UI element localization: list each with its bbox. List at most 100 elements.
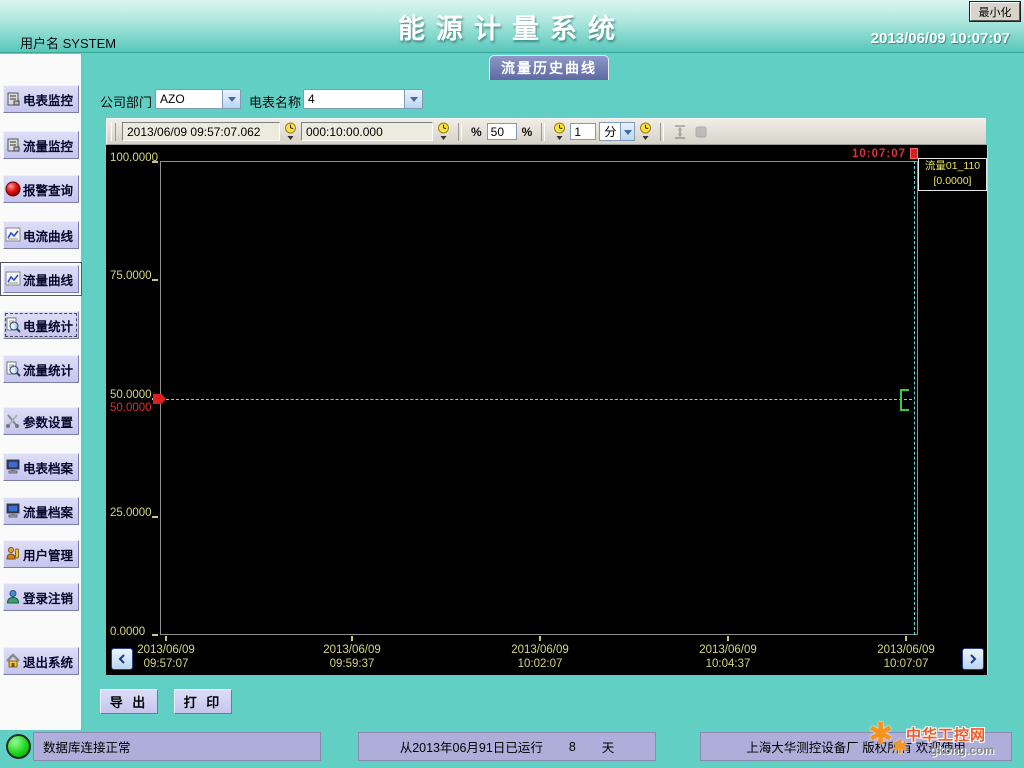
- x-axis-tick: [351, 636, 353, 641]
- sidebar-item-param-settings[interactable]: 参数设置: [3, 407, 79, 435]
- sidebar-item-label: 用户管理: [23, 545, 73, 564]
- meter-name-value: 4: [304, 92, 404, 106]
- vertical-cursor-flag-icon[interactable]: [910, 148, 918, 159]
- sidebar-item-flow-stats[interactable]: 流量统计: [3, 355, 79, 383]
- x-axis-tick: [539, 636, 541, 641]
- db-status-box: 数据库连接正常: [33, 732, 321, 761]
- sidebar-item-login-logout[interactable]: 登录注销: [3, 583, 79, 611]
- department-select[interactable]: AZO: [155, 89, 241, 109]
- header-bar: 能源计量系统 用户名 SYSTEM 2013/06/09 10:07:07 最小…: [0, 0, 1024, 53]
- y-axis-tick: [152, 516, 158, 518]
- x-tick-date: 2013/06/09: [682, 643, 774, 657]
- start-time-field[interactable]: 2013/06/09 09:57:07.062: [122, 122, 280, 141]
- chevron-down-icon[interactable]: [222, 90, 240, 108]
- meter-doc-icon: [5, 91, 23, 107]
- y-axis-tick: [152, 634, 158, 636]
- app-window: 能源计量系统 用户名 SYSTEM 2013/06/09 10:07:07 最小…: [0, 0, 1024, 768]
- x-tick-date: 2013/06/09: [120, 643, 212, 657]
- range-bracket-icon: [899, 388, 911, 412]
- interval-clock-icon[interactable]: [552, 122, 567, 141]
- user-admin-icon: [5, 546, 23, 562]
- meter-name-select[interactable]: 4: [303, 89, 423, 109]
- horizontal-cursor-line[interactable]: [166, 399, 912, 400]
- x-axis-tick-label: 2013/06/09 10:07:07: [860, 643, 952, 672]
- curve-icon: [5, 271, 23, 287]
- sidebar-item-meter-archive[interactable]: 电表档案: [3, 453, 79, 481]
- user-icon: [5, 589, 23, 605]
- sidebar-item-meter-monitor[interactable]: 电表监控: [3, 85, 79, 113]
- cursor-value-label: 50.0000: [110, 402, 152, 414]
- vertical-cursor-line[interactable]: [914, 161, 915, 635]
- sidebar-item-energy-stats[interactable]: 电量统计: [3, 311, 79, 339]
- time-span-field[interactable]: 000:10:00.000: [301, 122, 433, 141]
- interval-input[interactable]: [570, 123, 596, 140]
- sidebar-item-alarm-query[interactable]: 报警查询: [3, 175, 79, 203]
- sidebar-item-label: 电表档案: [23, 458, 73, 477]
- magnifier-icon: [5, 361, 23, 377]
- sidebar-item-current-curve[interactable]: 电流曲线: [3, 221, 79, 249]
- datetime-display: 2013/06/09 10:07:07: [871, 30, 1010, 47]
- interval-apply-clock-icon[interactable]: [638, 122, 653, 141]
- sidebar-item-flow-archive[interactable]: 流量档案: [3, 497, 79, 525]
- print-button[interactable]: 打 印: [174, 689, 232, 714]
- sidebar-item-user-management[interactable]: 用户管理: [3, 540, 79, 568]
- sidebar-item-label: 电表监控: [23, 90, 73, 109]
- sidebar-item-label: 退出系统: [23, 652, 73, 671]
- plot-area[interactable]: [160, 161, 918, 635]
- toolbar-grip: [111, 123, 116, 141]
- percent-down-button[interactable]: %: [469, 125, 484, 139]
- sidebar-item-label: 电量统计: [23, 316, 73, 335]
- tab-flow-history-curve[interactable]: 流量历史曲线: [489, 55, 609, 80]
- minimize-button[interactable]: 最小化: [970, 2, 1020, 21]
- legend-series-name: 流量01_110: [919, 159, 986, 174]
- chart-toolbar: 2013/06/09 09:57:07.062 000:10:00.000 % …: [106, 118, 986, 145]
- sidebar-item-label: 流量监控: [23, 136, 73, 155]
- y-axis-tick-label: 25.0000: [110, 507, 152, 519]
- sidebar-item-label: 参数设置: [23, 412, 73, 431]
- runtime-prefix: 从2013年06月91日已运行: [400, 737, 543, 756]
- y-axis-tick-label: 100.0000: [110, 152, 158, 164]
- sidebar-item-flow-monitor[interactable]: 流量监控: [3, 131, 79, 159]
- save-view-icon: [692, 124, 710, 140]
- fit-vertical-icon: [671, 124, 689, 140]
- copyright-text: 上海大华测控设备厂 版权所有 欢迎使用: [746, 737, 965, 756]
- y-axis-tick: [152, 161, 158, 163]
- tools-icon: [5, 413, 23, 429]
- toolbar-separator: [660, 123, 664, 141]
- x-axis-tick-label: 2013/06/09 09:59:37: [306, 643, 398, 672]
- sidebar: 电表监控 流量监控 报警查询 电流曲线 流量曲线 电量统计 流量统计 参数设置 …: [0, 54, 82, 730]
- magnifier-icon: [5, 317, 23, 333]
- username-label: 用户名 SYSTEM: [20, 33, 116, 52]
- x-axis-tick: [727, 636, 729, 641]
- x-axis-tick-label: 2013/06/09 10:04:37: [682, 643, 774, 672]
- sidebar-item-label: 流量档案: [23, 502, 73, 521]
- y-axis-tick-label: 75.0000: [110, 270, 152, 282]
- db-status-text: 数据库连接正常: [43, 737, 131, 756]
- x-tick-date: 2013/06/09: [306, 643, 398, 657]
- cursor-time-label: 10:07:07: [806, 148, 906, 160]
- x-axis-tick-label: 2013/06/09 09:57:07: [120, 643, 212, 672]
- x-tick-time: 10:07:07: [860, 657, 952, 671]
- percent-up-button[interactable]: %: [520, 125, 535, 139]
- scroll-left-button[interactable]: [111, 648, 133, 670]
- series-legend: 流量01_110 [0.0000]: [918, 158, 987, 191]
- sidebar-item-label: 流量曲线: [23, 270, 73, 289]
- interval-unit-select[interactable]: 分: [599, 122, 635, 141]
- sidebar-item-exit-system[interactable]: 退出系统: [3, 647, 79, 675]
- scroll-right-button[interactable]: [962, 648, 984, 670]
- monitor-icon: [5, 503, 23, 519]
- x-tick-time: 09:59:37: [306, 657, 398, 671]
- curve-icon: [5, 227, 23, 243]
- copyright-box: 上海大华测控设备厂 版权所有 欢迎使用: [700, 732, 1012, 761]
- sidebar-item-flow-curve[interactable]: 流量曲线: [3, 265, 79, 293]
- alarm-ball-icon: [5, 181, 23, 197]
- export-button[interactable]: 导 出: [100, 689, 158, 714]
- chevron-down-icon[interactable]: [620, 123, 634, 140]
- sidebar-item-label: 报警查询: [23, 180, 73, 199]
- x-tick-time: 10:02:07: [494, 657, 586, 671]
- start-time-clock-icon[interactable]: [283, 122, 298, 141]
- chevron-down-icon[interactable]: [404, 90, 422, 108]
- percent-input[interactable]: [487, 123, 517, 140]
- time-span-clock-icon[interactable]: [436, 122, 451, 141]
- home-icon: [5, 653, 23, 669]
